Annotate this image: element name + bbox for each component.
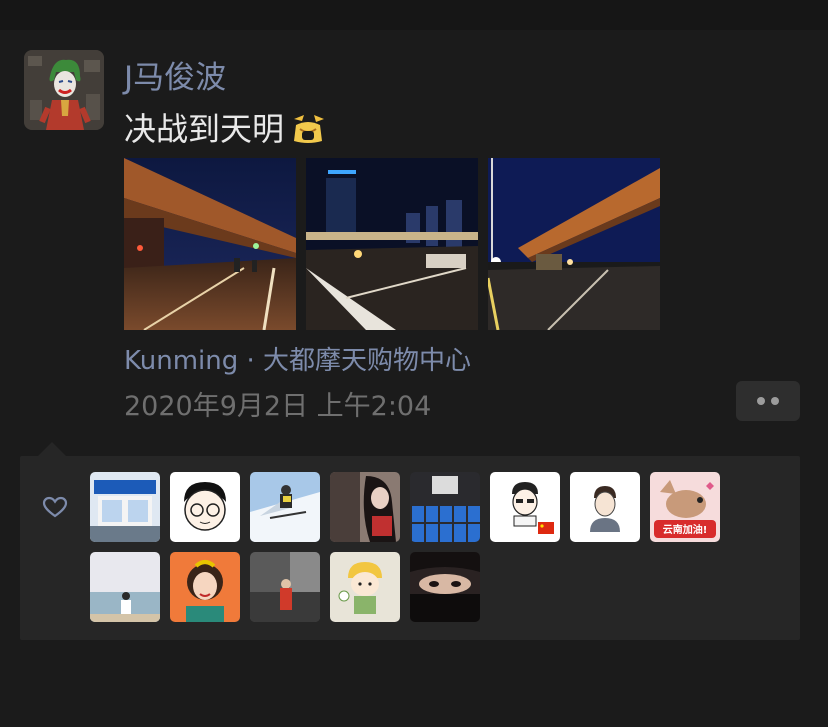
liker-beach-photo[interactable]	[90, 552, 160, 622]
liker-cartoon-man[interactable]	[570, 472, 640, 542]
hands-emoji-icon	[290, 113, 326, 145]
likes-panel: 云南加油!	[20, 456, 800, 640]
liker-street-photo[interactable]	[250, 552, 320, 622]
city-night-road-photo[interactable]	[306, 158, 478, 330]
liker-skier[interactable]	[250, 472, 320, 542]
more-options-button[interactable]	[736, 381, 800, 421]
username[interactable]: J马俊波	[124, 52, 226, 97]
dot-icon	[771, 397, 779, 405]
liker-cartoon-boy-glasses[interactable]	[170, 472, 240, 542]
liker-blue-barrels[interactable]	[410, 472, 480, 542]
post-text: 决战到天明	[124, 104, 326, 150]
post-timestamp: 2020年9月2日 上午2:04	[124, 391, 432, 422]
top-bar	[0, 0, 828, 30]
liker-badge-text: 云南加油!	[663, 523, 708, 536]
location-link[interactable]: Kunming · 大都摩天购物中心	[124, 340, 471, 377]
bridge-night-photo[interactable]	[488, 158, 660, 330]
avatar[interactable]	[24, 50, 104, 130]
overpass-night-photo[interactable]	[124, 158, 296, 330]
post-text-content: 决战到天明	[124, 110, 285, 148]
likes-caret	[38, 442, 66, 456]
liker-cartoon-flag[interactable]	[490, 472, 560, 542]
liker-girl-red[interactable]	[170, 552, 240, 622]
moments-post: J马俊波 决战到天明 Kunming · 大都摩天购物中心 2020年9月2日 …	[0, 30, 828, 727]
liker-cartoon-girl-hat[interactable]	[330, 552, 400, 622]
liker-mouse-cartoon[interactable]: 云南加油!	[650, 472, 720, 542]
liker-eyes-photo[interactable]	[410, 552, 480, 622]
liker-anime-girl[interactable]	[330, 472, 400, 542]
dot-icon	[757, 397, 765, 405]
heart-icon	[42, 496, 68, 518]
liker-exhibition-booth[interactable]	[90, 472, 160, 542]
